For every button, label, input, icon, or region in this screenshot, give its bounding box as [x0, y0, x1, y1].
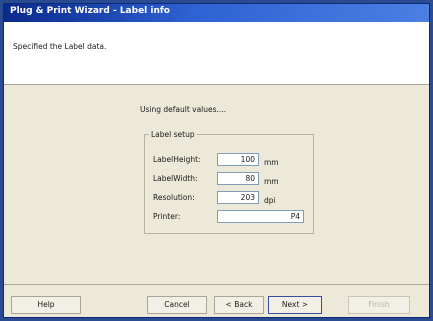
- label-width-label: LabelWidth:: [153, 174, 198, 183]
- finish-button[interactable]: Finish: [348, 296, 410, 314]
- next-button[interactable]: Next >: [268, 296, 322, 314]
- help-button[interactable]: Help: [11, 296, 81, 314]
- resolution-input[interactable]: [217, 191, 259, 204]
- header-description: Specified the Label data.: [13, 42, 107, 51]
- label-width-input[interactable]: [217, 172, 259, 185]
- resolution-unit: dpi: [264, 196, 276, 205]
- label-width-unit: mm: [264, 177, 279, 186]
- label-height-input[interactable]: [217, 153, 259, 166]
- printer-label: Printer:: [153, 212, 181, 221]
- group-title: Label setup: [151, 130, 195, 139]
- printer-input[interactable]: [217, 210, 304, 223]
- cancel-button[interactable]: Cancel: [147, 296, 207, 314]
- wizard-header: Specified the Label data.: [4, 22, 429, 85]
- back-button[interactable]: < Back: [214, 296, 264, 314]
- label-height-unit: mm: [264, 158, 279, 167]
- label-height-label: LabelHeight:: [153, 155, 201, 164]
- resolution-label: Resolution:: [153, 193, 195, 202]
- footer-separator: [4, 284, 429, 285]
- wizard-window: Plug & Print Wizard - Label info Specifi…: [3, 3, 430, 318]
- title-bar: Plug & Print Wizard - Label info: [4, 4, 429, 22]
- status-text: Using default values....: [140, 105, 227, 114]
- window-title: Plug & Print Wizard - Label info: [10, 6, 170, 16]
